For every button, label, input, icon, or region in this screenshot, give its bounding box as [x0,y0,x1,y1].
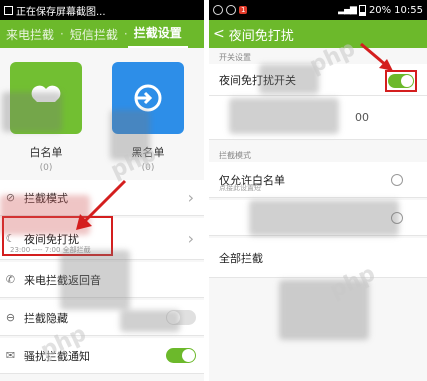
list-item-harass-notify[interactable]: ✉ 骚扰拦截通知 [0,338,204,374]
notification-icon [226,5,236,15]
harass-notify-toggle[interactable] [166,348,196,363]
chevron-right-icon: › [187,188,194,207]
mail-icon: ✉ [5,349,16,362]
right-screenshot: 1 ▂▄▆ 20% 10:55 < 夜间免打扰 开关设置 夜间免打扰开关 00 … [209,0,427,381]
blur-overlay [249,200,399,236]
option-block-all[interactable]: 全部拦截 [209,238,427,278]
battery-text: 20% [368,4,392,16]
status-title: 正在保存屏幕截图... [16,6,106,18]
back-button[interactable]: < [213,26,225,42]
blur-overlay [60,250,130,310]
blur-overlay [259,64,319,94]
page-title: 夜间免打扰 [228,28,294,44]
tab-block-settings[interactable]: 拦截设置 [127,20,188,48]
list-item-label: 拦截隐藏 [24,311,68,325]
tab-call-block[interactable]: 来电拦截 [0,26,60,43]
signal-icon: ▂▄▆ [338,5,357,15]
tab-sms-block[interactable]: 短信拦截 [64,26,124,43]
annotation-arrow [76,179,127,230]
app-tab-bar: 来电拦截 · 短信拦截 · 拦截设置 [0,20,204,48]
blur-overlay [229,98,339,134]
blacklist-count: (0) [141,163,155,173]
option-label: 全部拦截 [219,251,263,265]
app-icon [213,5,223,15]
section-title-mode: 拦截模式 [219,151,251,160]
annotation-arrow [360,42,393,71]
status-bar: 正在保存屏幕截图... [0,0,204,20]
blur-overlay [120,310,180,332]
toggle-on-indicator [388,74,414,88]
blur-overlay [2,92,62,132]
clock: 10:55 [394,4,423,16]
whitelist-count: (0) [39,163,53,173]
whitelist-label: 白名单 [29,146,63,159]
option-hint: 点接此设置短 [219,184,261,192]
phone-icon: ✆ [5,273,16,286]
status-bar: 1 ▂▄▆ 20% 10:55 [209,0,427,20]
left-screenshot: 正在保存屏幕截图... 来电拦截 · 短信拦截 · 拦截设置 白名单 黑名单 (… [0,0,204,381]
lock-icon: ⊖ [5,311,16,324]
blur-overlay [110,110,150,160]
chevron-right-icon: › [187,229,194,248]
blur-overlay [279,280,369,340]
list-item-label: 骚扰拦截通知 [24,349,90,363]
battery-icon [358,4,366,16]
tab-separator: · [123,27,128,41]
option-whitelist-only[interactable]: 仅允许白名单 点接此设置短 [209,162,427,198]
screenshot-icon [4,5,13,15]
radio-whitelist-only[interactable] [391,173,403,186]
time-value: 00 [355,111,369,124]
notification-badge: 1 [239,6,248,14]
